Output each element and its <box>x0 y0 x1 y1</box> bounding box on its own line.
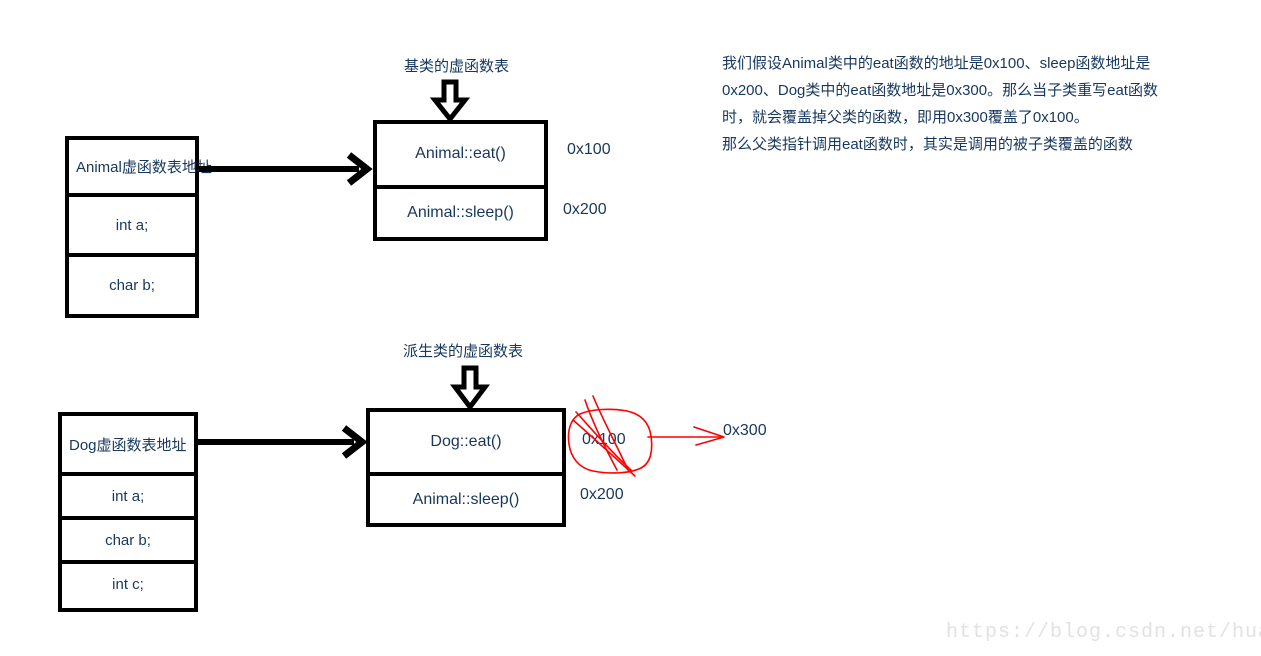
derived-vtable-box: Dog::eat() Animal::sleep() <box>366 408 566 527</box>
dog-object-layout: Dog虚函数表地址 int a; char b; int c; <box>58 412 198 612</box>
dog-object-row-int-a: int a; <box>62 472 194 516</box>
source-watermark: https://blog.csdn.net/hua12134 <box>946 621 1261 644</box>
derived-vtable-down-arrow-icon <box>450 365 490 412</box>
animal-object-layout: Animal虚函数表地址 int a; char b; <box>65 136 212 318</box>
dog-vptr-to-vtable-arrow <box>198 425 374 459</box>
explanation-note: 我们假设Animal类中的eat函数的地址是0x100、sleep函数地址是 0… <box>722 55 1158 153</box>
diagram-canvas: 我们假设Animal类中的eat函数的地址是0x100、sleep函数地址是 0… <box>0 0 1261 656</box>
base-vtable-entry-sleep: Animal::sleep() <box>377 184 544 237</box>
base-vtable-down-arrow-icon <box>429 79 471 124</box>
derived-vtable-entry-eat: Dog::eat() <box>370 412 562 472</box>
dog-object-row-int-c: int c; <box>62 560 194 604</box>
animal-vptr-to-vtable-arrow <box>199 152 375 186</box>
base-vtable-box: Animal::eat() Animal::sleep() <box>373 120 548 241</box>
base-vtable-address-eat: 0x100 <box>567 141 611 158</box>
animal-object-row-char-b: char b; <box>69 253 195 315</box>
derived-vtable-caption: 派生类的虚函数表 <box>403 343 524 360</box>
base-vtable-caption: 基类的虚函数表 <box>404 58 510 75</box>
animal-object-row-int-a: int a; <box>69 192 195 254</box>
base-vtable-entry-eat: Animal::eat() <box>377 124 544 185</box>
base-vtable-address-sleep: 0x200 <box>563 201 607 218</box>
derived-vtable-entry-sleep: Animal::sleep() <box>370 472 562 523</box>
dog-object-row-char-b: char b; <box>62 516 194 560</box>
animal-object-row-vptr: Animal虚函数表地址 <box>69 140 212 193</box>
dog-object-row-vptr: Dog虚函数表地址 <box>62 416 194 472</box>
override-new-address-label: 0x300 <box>723 422 767 439</box>
